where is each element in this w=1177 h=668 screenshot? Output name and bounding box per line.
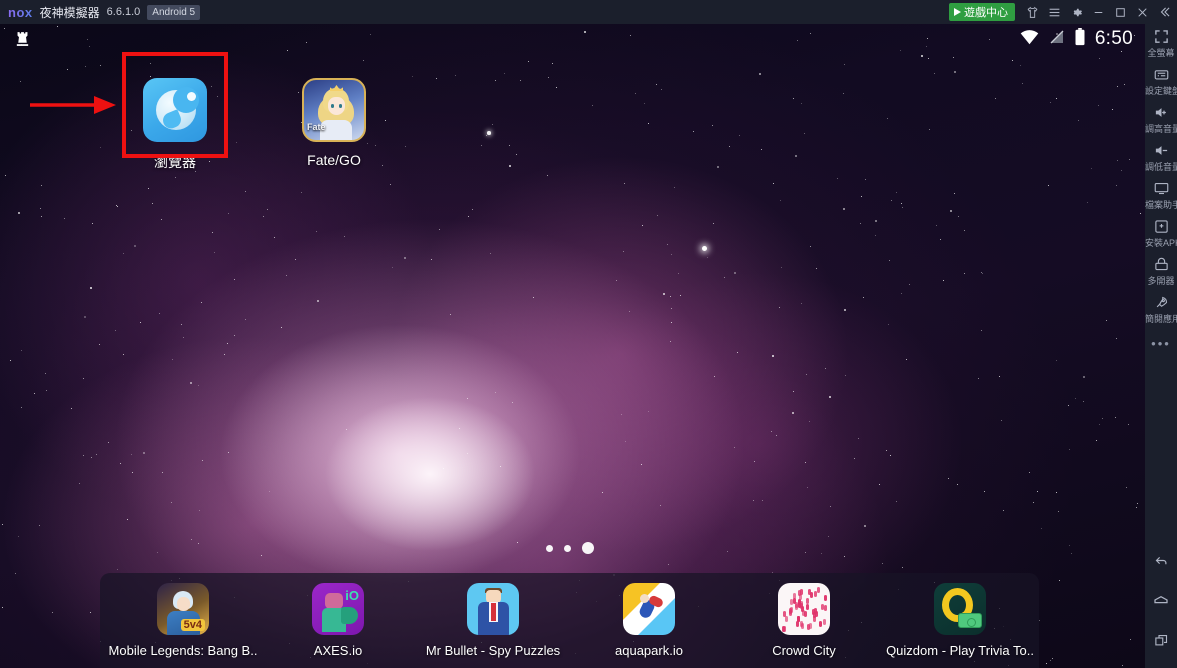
android-screen[interactable]: 6:50 瀏覽器 Fate Fate/GO 5v4 Mobile Legends… (0, 24, 1145, 668)
nox-emulator-window: nox 夜神模擬器 6.6.1.0 Android 5 遊戲中心 6:50 瀏覽… (0, 0, 1177, 668)
wifi-icon (1019, 29, 1040, 50)
sidebar-item-keyboard-settings[interactable]: 設定鍵盤 (1145, 62, 1177, 100)
sidebar-label-file-assistant: 檔案助手 (1145, 200, 1177, 210)
game-center-label: 遊戲中心 (964, 7, 1008, 19)
dock-label-crowd-city: Crowd City (772, 643, 836, 658)
sidebar-item-fullscreen[interactable]: 全螢幕 (1145, 24, 1177, 62)
arrow-annotation (30, 92, 116, 123)
mobile-legends-badge: 5v4 (180, 619, 205, 631)
window-title-bar: nox 夜神模擬器 6.6.1.0 Android 5 遊戲中心 (0, 0, 1177, 24)
dock-label-axes-io: AXES.io (313, 643, 363, 658)
sidebar-item-install-apk[interactable]: 安裝APK (1145, 214, 1177, 252)
settings-icon[interactable] (1065, 0, 1087, 24)
status-icons: 6:50 (1019, 24, 1133, 54)
sidebar-label-keyboard-settings: 設定鍵盤 (1145, 86, 1177, 96)
sidebar-label-open-app: 簡閱應用 (1145, 314, 1177, 324)
page-indicator[interactable] (546, 542, 594, 554)
app-title: 夜神模擬器 (39, 5, 100, 20)
highlight-box-annotation (122, 52, 228, 158)
play-icon (954, 8, 961, 16)
android-version-badge: Android 5 (147, 4, 201, 20)
dock-label-mr-bullet: Mr Bullet - Spy Puzzles (425, 643, 561, 658)
dock-item-quizdom[interactable]: Quizdom - Play Trivia To.. (885, 583, 1035, 658)
dock-item-crowd-city[interactable]: Crowd City (729, 583, 879, 658)
app-version: 6.6.1.0 (106, 6, 141, 18)
sidebar-label-volume-up: 調高音量 (1145, 124, 1177, 134)
page-dot-3-active[interactable] (582, 542, 594, 554)
page-dot-1[interactable] (546, 544, 553, 552)
fate-go-icon: Fate (302, 78, 366, 142)
chess-rook-icon (14, 29, 31, 53)
dock-item-aquapark-io[interactable]: aquapark.io (574, 583, 724, 658)
sidebar-label-fullscreen: 全螢幕 (1147, 48, 1175, 58)
sidebar-item-file-assistant[interactable]: 檔案助手 (1145, 176, 1177, 214)
app-icon-fate-go[interactable]: Fate Fate/GO (281, 78, 387, 168)
android-status-bar: 6:50 (0, 24, 1145, 50)
menu-icon[interactable] (1043, 0, 1065, 24)
skin-icon[interactable] (1021, 0, 1043, 24)
fate-icon-text: Fate (307, 122, 326, 132)
signal-off-icon (1049, 29, 1065, 50)
minimize-icon[interactable] (1087, 0, 1109, 24)
collapse-icon[interactable] (1153, 0, 1177, 24)
crowd-city-icon (778, 583, 830, 635)
android-nav-buttons (1145, 540, 1177, 660)
title-bar-controls: 遊戲中心 (949, 0, 1177, 24)
close-icon[interactable] (1131, 0, 1153, 24)
recommended-apps-dock: 5v4 Mobile Legends: Bang B.. iO AXES.io … (100, 573, 1039, 668)
dock-item-mr-bullet[interactable]: Mr Bullet - Spy Puzzles (418, 583, 568, 658)
axes-io-badge: iO (345, 588, 359, 603)
title-bar-left: nox 夜神模擬器 6.6.1.0 Android 5 (0, 4, 201, 21)
mr-bullet-icon (467, 583, 519, 635)
mobile-legends-icon: 5v4 (157, 583, 209, 635)
sidebar-label-volume-down: 調低音量 (1145, 162, 1177, 172)
dock-label-aquapark-io: aquapark.io (615, 643, 683, 658)
quizdom-icon (934, 583, 986, 635)
nox-logo: nox (8, 4, 33, 20)
game-center-button[interactable]: 遊戲中心 (949, 3, 1015, 21)
sidebar-item-open-app[interactable]: 簡閱應用 (1145, 290, 1177, 328)
sidebar-item-volume-down[interactable]: 調低音量 (1145, 138, 1177, 176)
dock-label-quizdom: Quizdom - Play Trivia To.. (886, 643, 1034, 658)
battery-icon (1074, 27, 1086, 51)
page-dot-2[interactable] (564, 544, 571, 552)
maximize-icon[interactable] (1109, 0, 1131, 24)
dock-label-mobile-legends: Mobile Legends: Bang B.. (108, 643, 258, 658)
dock-item-mobile-legends[interactable]: 5v4 Mobile Legends: Bang B.. (108, 583, 258, 658)
emulator-toolbar: 全螢幕 設定鍵盤 調高音量 調低音量 檔案助手 安裝AP 多開器 簡閱應用 ••… (1145, 24, 1177, 668)
app-label-fate-go: Fate/GO (307, 152, 361, 168)
sidebar-item-multi-instance[interactable]: 多開器 (1145, 252, 1177, 290)
home-icon[interactable] (1145, 580, 1177, 620)
sidebar-label-multi-instance: 多開器 (1147, 276, 1175, 286)
dock-item-axes-io[interactable]: iO AXES.io (263, 583, 413, 658)
sidebar-more-button[interactable]: ••• (1145, 328, 1177, 351)
sidebar-item-volume-up[interactable]: 調高音量 (1145, 100, 1177, 138)
recents-icon[interactable] (1145, 620, 1177, 660)
back-icon[interactable] (1145, 540, 1177, 580)
clock: 6:50 (1094, 28, 1133, 49)
axes-io-icon: iO (312, 583, 364, 635)
aquapark-io-icon (623, 583, 675, 635)
sidebar-label-install-apk: 安裝APK (1145, 238, 1177, 248)
